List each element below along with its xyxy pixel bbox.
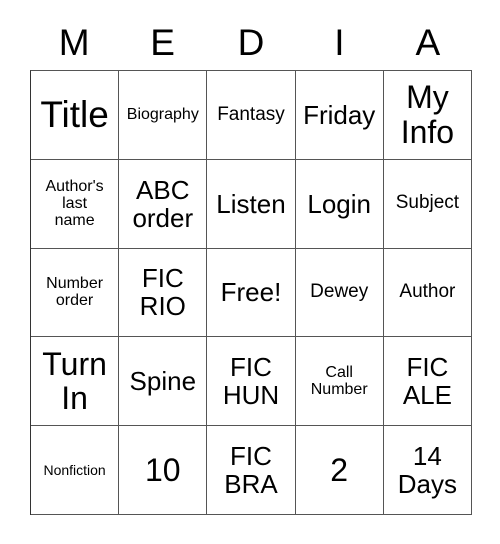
bingo-cell[interactable]: Title (31, 71, 120, 160)
bingo-cell[interactable]: ABC order (119, 159, 208, 249)
bingo-cell-label: Spine (129, 366, 197, 397)
bingo-cell[interactable]: FIC RIO (119, 248, 208, 338)
bingo-header-row: MEDIA (30, 14, 472, 70)
bingo-cell-label: Subject (395, 192, 460, 214)
bingo-cell-label: 2 (330, 451, 349, 488)
bingo-cell-label: Number order (46, 275, 104, 310)
bingo-cell[interactable]: Dewey (295, 248, 384, 338)
bingo-cell-label: Free! (220, 277, 282, 308)
bingo-cell-label: Title (40, 93, 109, 135)
bingo-cell[interactable]: Login (295, 159, 384, 249)
bingo-cell-label: Friday (303, 99, 376, 130)
bingo-cell-label: 14 Days (397, 441, 458, 500)
bingo-header-letter-4: A (415, 21, 441, 63)
bingo-cell-label: Fantasy (217, 103, 285, 125)
bingo-cell[interactable]: Turn In (31, 337, 120, 427)
bingo-cell[interactable]: My Info (383, 71, 472, 160)
bingo-cell-label: Login (307, 188, 371, 219)
bingo-cell-label: Author (399, 281, 456, 303)
bingo-cell[interactable]: Free! (207, 248, 296, 338)
bingo-cell-label: ABC order (132, 174, 194, 233)
bingo-cell-label: My Info (400, 79, 455, 150)
bingo-cell[interactable]: Call Number (295, 337, 384, 427)
bingo-cell[interactable]: Number order (31, 248, 120, 338)
bingo-cell[interactable]: Friday (295, 71, 384, 160)
bingo-cell-label: Author's last name (45, 177, 104, 230)
bingo-cell[interactable]: Biography (119, 71, 208, 160)
bingo-header-letter-1: E (150, 21, 175, 63)
bingo-cell-label: Listen (216, 188, 286, 219)
bingo-header-letter-2: D (237, 21, 265, 63)
bingo-card: M E D I A Title Biography Fantasy Friday My Info… (0, 0, 500, 544)
bingo-cell-label: FIC HUN (222, 352, 280, 411)
bingo-cell[interactable]: Author (383, 248, 472, 338)
bingo-cell[interactable]: FIC HUN (207, 337, 296, 427)
bingo-cell[interactable]: Subject (383, 159, 472, 249)
bingo-cell[interactable]: Author's last name (31, 159, 120, 249)
bingo-cell-label: FIC ALE (402, 352, 452, 411)
bingo-cell[interactable]: Listen (207, 159, 296, 249)
bingo-cell-label: Turn In (42, 345, 107, 417)
bingo-cell-label: Biography (126, 106, 199, 124)
bingo-cell[interactable]: 14 Days (383, 426, 472, 515)
bingo-grid: Title Biography Fantasy Friday My Info Author… (30, 70, 472, 515)
bingo-cell-label: 10 (144, 451, 181, 488)
bingo-header-letter-0: M (58, 21, 90, 63)
bingo-cell[interactable]: 10 (119, 426, 208, 515)
bingo-cell-label: FIC RIO (139, 263, 186, 322)
bingo-cell-label: FIC BRA (224, 441, 278, 500)
bingo-cell[interactable]: FIC ALE (383, 337, 472, 427)
bingo-cell[interactable]: Spine (119, 337, 208, 427)
bingo-cell-label: Nonfiction (43, 461, 106, 478)
bingo-cell[interactable]: FIC BRA (207, 426, 296, 515)
bingo-cell[interactable]: 2 (295, 426, 384, 515)
bingo-header-letter-3: I (334, 21, 345, 63)
bingo-cell-label: Dewey (310, 281, 369, 303)
bingo-cell-label: Call Number (310, 364, 368, 399)
bingo-cell[interactable]: Fantasy (207, 71, 296, 160)
bingo-cell[interactable]: Nonfiction (31, 426, 120, 515)
